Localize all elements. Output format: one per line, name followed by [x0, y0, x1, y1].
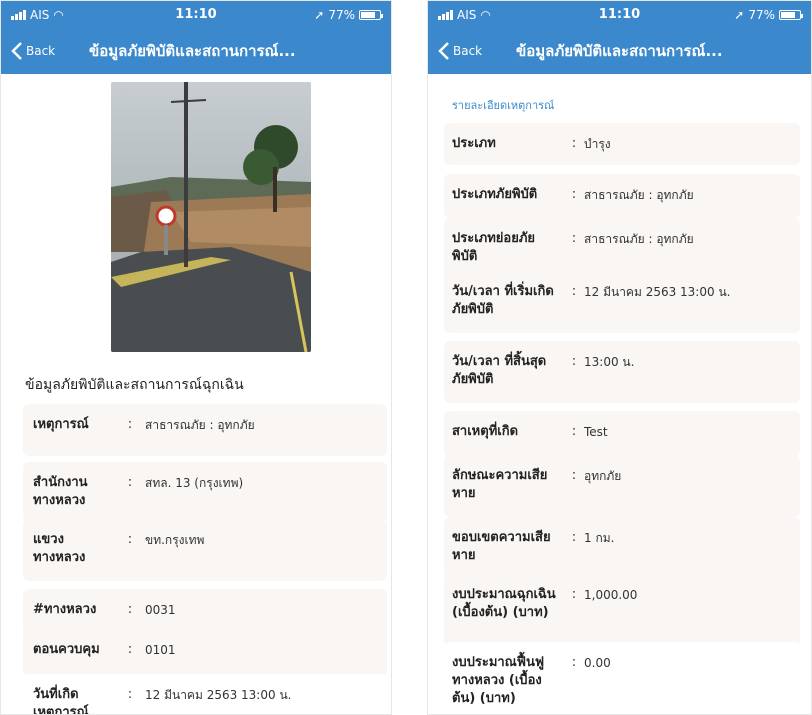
row-value: สทล. 13 (กรุงเทพ)	[145, 476, 244, 490]
back-button[interactable]: Back	[428, 41, 516, 61]
status-bar: AIS ◠ 11:10 ➚ 77%	[428, 1, 811, 28]
chevron-left-icon	[438, 42, 449, 60]
carrier-label: AIS	[457, 7, 477, 22]
back-button[interactable]: Back	[1, 41, 89, 61]
row-label: เหตุการณ์	[33, 417, 89, 432]
detail-row: วันที่เกิด เหตุการณ์ : 12 มีนาคม 2563 13…	[23, 674, 387, 715]
detail-content: รายละเอียดเหตุการณ์ ประเภท : บำรุง ประเภ…	[428, 74, 811, 714]
battery-icon	[779, 9, 803, 20]
detail-content: ข้อมูลภัยพิบัติและสถานการณ์ฉุกเฉิน เหตุก…	[1, 74, 391, 714]
row-value: 0.00	[584, 656, 611, 670]
page-title: ข้อมูลภัยพิบัติและสถานการณ์...	[516, 42, 723, 60]
row-label: วัน/เวลา ที่เริ่มเกิด ภัยพิบัติ	[452, 284, 554, 317]
detail-row: งบประมาณฟื้นฟู ทางหลวง (เบื้อง ต้น) (บาท…	[444, 642, 800, 714]
row-value: อุทกภัย	[584, 469, 622, 483]
row-value: 0101	[145, 643, 176, 657]
row-value: สาธารณภัย : อุทกภัย	[145, 418, 255, 432]
row-value: สาธารณภัย : อุทกภัย	[584, 232, 694, 246]
section-title: รายละเอียดเหตุการณ์	[452, 99, 555, 112]
row-value: 1,000.00	[584, 588, 638, 602]
nav-bar: Back ข้อมูลภัยพิบัติและสถานการณ์...	[428, 28, 811, 74]
detail-row: สาเหตุที่เกิด : Test	[444, 411, 800, 457]
detail-row: ประเภท : บำรุง	[444, 123, 800, 165]
wifi-icon: ◠	[480, 7, 491, 22]
row-value: Test	[584, 425, 608, 439]
row-label: ตอนควบคุม	[33, 642, 100, 657]
row-label: ลักษณะความเสีย หาย	[452, 468, 548, 501]
location-icon: ➚	[314, 7, 325, 22]
row-label: แขวง ทางหลวง	[33, 532, 86, 565]
incident-photo[interactable]	[111, 82, 311, 352]
row-value: 1 กม.	[584, 531, 615, 545]
row-label: งบประมาณฟื้นฟู ทางหลวง (เบื้อง ต้น) (บาท…	[452, 655, 545, 706]
back-label: Back	[26, 44, 56, 58]
row-value: สาธารณภัย : อุทกภัย	[584, 188, 694, 202]
detail-row: ตอนควบคุม : 0101	[23, 629, 387, 677]
row-label: ประเภทย่อยภัย พิบัติ	[452, 231, 536, 264]
nav-bar: Back ข้อมูลภัยพิบัติและสถานการณ์...	[1, 28, 391, 74]
row-value: 12 มีนาคม 2563 13:00 น.	[584, 285, 731, 299]
phone-screen-right: AIS ◠ 11:10 ➚ 77% Back ข้อมูลภัยพิบัติแล…	[427, 0, 812, 715]
detail-row: เหตุการณ์ : สาธารณภัย : อุทกภัย	[23, 404, 387, 456]
row-value: 13:00 น.	[584, 355, 635, 369]
location-icon: ➚	[734, 7, 745, 22]
row-label: ขอบเขตความเสีย หาย	[452, 530, 551, 563]
row-label: ประเภท	[452, 136, 496, 151]
battery-percent: 77%	[748, 7, 775, 22]
row-label: วัน/เวลา ที่สิ้นสุด ภัยพิบัติ	[452, 354, 547, 387]
wifi-icon: ◠	[53, 7, 64, 22]
detail-row: วัน/เวลา ที่เริ่มเกิด ภัยพิบัติ : 12 มีน…	[444, 271, 800, 333]
detail-row: แขวง ทางหลวง : ขท.กรุงเทพ	[23, 519, 387, 581]
signal-icon	[11, 9, 26, 20]
phone-screen-left: AIS ◠ 11:10 ➚ 77% Back ข้อมูลภัยพิบัติแล…	[0, 0, 392, 715]
row-label: #ทางหลวง	[33, 602, 97, 617]
row-label: สำนักงาน ทางหลวง	[33, 475, 88, 508]
row-label: วันที่เกิด เหตุการณ์	[33, 687, 89, 715]
detail-row: งบประมาณฉุกเฉิน (เบื้องต้น) (บาท) : 1,00…	[444, 574, 800, 646]
detail-row: ประเภทภัยพิบัติ : สาธารณภัย : อุทกภัย	[444, 174, 800, 218]
row-value: 0031	[145, 603, 176, 617]
carrier-label: AIS	[30, 7, 50, 22]
row-value: บำรุง	[584, 137, 611, 151]
status-bar: AIS ◠ 11:10 ➚ 77%	[1, 1, 391, 28]
section-title: ข้อมูลภัยพิบัติและสถานการณ์ฉุกเฉิน	[25, 377, 244, 393]
page-title: ข้อมูลภัยพิบัติและสถานการณ์...	[89, 42, 296, 60]
battery-percent: 77%	[328, 7, 355, 22]
row-value: ขท.กรุงเทพ	[145, 533, 205, 547]
row-value: 12 มีนาคม 2563 13:00 น.	[145, 688, 292, 702]
detail-row: ลักษณะความเสีย หาย : อุทกภัย	[444, 455, 800, 517]
chevron-left-icon	[11, 42, 22, 60]
back-label: Back	[453, 44, 483, 58]
detail-row: วัน/เวลา ที่สิ้นสุด ภัยพิบัติ : 13:00 น.	[444, 341, 800, 403]
signal-icon	[438, 9, 453, 20]
row-label: งบประมาณฉุกเฉิน (เบื้องต้น) (บาท)	[452, 587, 556, 620]
detail-row: ขอบเขตความเสีย หาย : 1 กม.	[444, 517, 800, 579]
row-label: สาเหตุที่เกิด	[452, 424, 519, 439]
battery-icon	[359, 9, 383, 20]
row-label: ประเภทภัยพิบัติ	[452, 187, 538, 202]
detail-row: สำนักงาน ทางหลวง : สทล. 13 (กรุงเทพ)	[23, 462, 387, 522]
